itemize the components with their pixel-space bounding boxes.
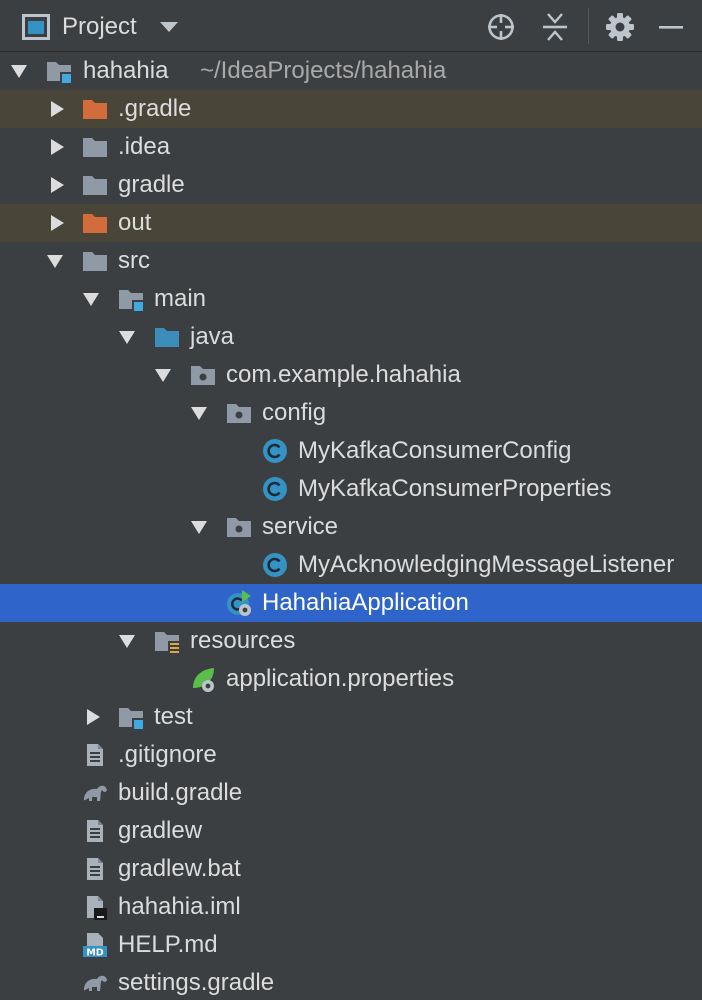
- tree-node-kafka-consumer-properties[interactable]: MyKafkaConsumerProperties: [0, 470, 702, 508]
- excluded-folder-icon: [82, 96, 108, 122]
- tree-node-iml[interactable]: hahahia.iml: [0, 888, 702, 926]
- collapsed-arrow-icon[interactable]: [48, 214, 66, 232]
- node-label: MyKafkaConsumerProperties: [298, 475, 612, 502]
- node-label: config: [262, 399, 327, 426]
- minimize-icon[interactable]: [656, 12, 686, 42]
- tree-node-package[interactable]: com.example.hahahia: [0, 356, 702, 394]
- header-separator: [588, 8, 589, 44]
- module-folder-icon: [118, 286, 144, 312]
- tree-node-resources[interactable]: resources: [0, 622, 702, 660]
- tree-node-application-properties[interactable]: application.properties: [0, 660, 702, 698]
- tree-node-java[interactable]: java: [0, 318, 702, 356]
- node-label: MyAcknowledgingMessageListener: [298, 551, 675, 578]
- node-label: service: [262, 513, 339, 540]
- node-label: .gitignore: [118, 741, 217, 768]
- expanded-arrow-icon[interactable]: [82, 290, 100, 308]
- node-label: gradle: [118, 171, 185, 198]
- module-folder-icon: [46, 58, 72, 84]
- node-label: test: [154, 703, 193, 730]
- node-label: hahahia: [83, 57, 169, 84]
- node-label: java: [190, 323, 235, 350]
- tree-node-kafka-consumer-config[interactable]: MyKafkaConsumerConfig: [0, 432, 702, 470]
- collapsed-arrow-icon[interactable]: [48, 138, 66, 156]
- project-tool-window-header: Project: [0, 0, 702, 52]
- node-label: com.example.hahahia: [226, 361, 461, 388]
- tree-node-service[interactable]: service: [0, 508, 702, 546]
- text-file-icon: [82, 818, 108, 844]
- collapsed-arrow-icon[interactable]: [48, 176, 66, 194]
- text-file-icon: [82, 856, 108, 882]
- node-path: ~/IdeaProjects/hahahia: [200, 57, 447, 84]
- collapsed-arrow-icon[interactable]: [84, 708, 102, 726]
- excluded-folder-icon: [82, 210, 108, 236]
- tree-node-gradlew-bat[interactable]: gradlew.bat: [0, 850, 702, 888]
- project-view-icon[interactable]: [22, 14, 50, 40]
- tree-node-build-gradle[interactable]: build.gradle: [0, 774, 702, 812]
- collapse-all-icon[interactable]: [540, 12, 570, 42]
- tree-node-src[interactable]: src: [0, 242, 702, 280]
- markdown-file-icon: [82, 932, 108, 958]
- node-label: MyKafkaConsumerConfig: [298, 437, 572, 464]
- expanded-arrow-icon[interactable]: [154, 366, 172, 384]
- gear-icon[interactable]: [604, 11, 636, 43]
- node-label: out: [118, 209, 152, 236]
- expanded-arrow-icon[interactable]: [118, 632, 136, 650]
- module-folder-icon: [118, 704, 144, 730]
- gradle-elephant-icon: [82, 970, 108, 996]
- folder-icon: [82, 172, 108, 198]
- tree-node-settings-gradle[interactable]: settings.gradle: [0, 964, 702, 1000]
- expanded-arrow-icon[interactable]: [118, 328, 136, 346]
- node-label: build.gradle: [118, 779, 243, 806]
- node-label: main: [154, 285, 207, 312]
- source-folder-icon: [154, 324, 180, 350]
- java-class-icon: [262, 438, 288, 464]
- java-class-icon: [262, 476, 288, 502]
- collapsed-arrow-icon[interactable]: [48, 100, 66, 118]
- tree-node-test[interactable]: test: [0, 698, 702, 736]
- package-icon: [226, 400, 252, 426]
- expanded-arrow-icon[interactable]: [190, 518, 208, 536]
- node-label: resources: [190, 627, 296, 654]
- dropdown-caret-icon[interactable]: [158, 18, 180, 36]
- iml-file-icon: [82, 894, 108, 920]
- node-label: settings.gradle: [118, 969, 275, 996]
- folder-icon: [82, 248, 108, 274]
- locate-icon[interactable]: [486, 12, 516, 42]
- text-file-icon: [82, 742, 108, 768]
- tree-node-idea[interactable]: .idea: [0, 128, 702, 166]
- tree-node-root[interactable]: hahahia ~/IdeaProjects/hahahia: [0, 52, 702, 90]
- java-class-icon: [262, 552, 288, 578]
- tree-node-gradle-cache[interactable]: .gradle: [0, 90, 702, 128]
- node-label: gradlew: [118, 817, 203, 844]
- node-label: HELP.md: [118, 931, 218, 958]
- package-icon: [226, 514, 252, 540]
- expanded-arrow-icon[interactable]: [190, 404, 208, 422]
- project-tree: hahahia ~/IdeaProjects/hahahia .gradle .…: [0, 52, 702, 1000]
- tree-node-config[interactable]: config: [0, 394, 702, 432]
- project-view-title[interactable]: Project: [62, 12, 137, 42]
- node-label: gradlew.bat: [118, 855, 241, 882]
- tree-node-gitignore[interactable]: .gitignore: [0, 736, 702, 774]
- tree-node-application-class[interactable]: HahahiaApplication: [0, 584, 702, 622]
- node-label: .idea: [118, 133, 171, 160]
- tree-node-message-listener[interactable]: MyAcknowledgingMessageListener: [0, 546, 702, 584]
- gradle-elephant-icon: [82, 780, 108, 806]
- resources-folder-icon: [154, 628, 180, 654]
- package-icon: [190, 362, 216, 388]
- expanded-arrow-icon[interactable]: [10, 62, 28, 80]
- node-label: hahahia.iml: [118, 893, 241, 920]
- spring-properties-icon: [190, 666, 216, 692]
- expanded-arrow-icon[interactable]: [46, 252, 64, 270]
- spring-boot-class-icon: [226, 590, 252, 616]
- folder-icon: [82, 134, 108, 160]
- node-label: .gradle: [118, 95, 192, 122]
- tree-node-main[interactable]: main: [0, 280, 702, 318]
- tree-node-out[interactable]: out: [0, 204, 702, 242]
- tree-node-help-md[interactable]: HELP.md: [0, 926, 702, 964]
- node-label: HahahiaApplication: [262, 589, 469, 616]
- node-label: application.properties: [226, 665, 455, 692]
- tree-node-gradle[interactable]: gradle: [0, 166, 702, 204]
- tree-node-gradlew[interactable]: gradlew: [0, 812, 702, 850]
- node-label: src: [118, 247, 150, 274]
